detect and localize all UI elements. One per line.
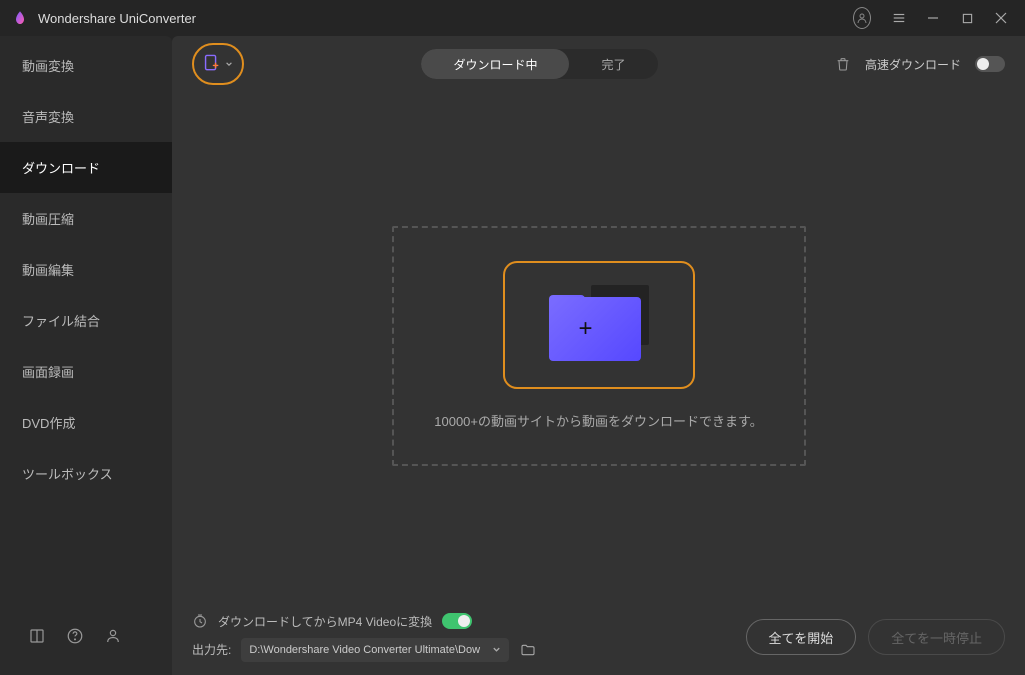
sidebar-item-download[interactable]: ダウンロード bbox=[0, 142, 172, 193]
tab-completed[interactable]: 完了 bbox=[569, 49, 657, 79]
user-icon bbox=[856, 12, 868, 24]
account-icon[interactable] bbox=[104, 627, 122, 645]
close-button[interactable] bbox=[989, 6, 1013, 30]
app-logo-icon bbox=[12, 10, 28, 26]
sidebar-item-toolbox[interactable]: ツールボックス bbox=[0, 448, 172, 499]
output-path-select[interactable]: D:\Wondershare Video Converter Ultimate\… bbox=[241, 638, 509, 662]
maximize-button[interactable] bbox=[955, 6, 979, 30]
sidebar-item-audio-convert[interactable]: 音声変換 bbox=[0, 91, 172, 142]
clock-icon bbox=[192, 613, 208, 629]
sidebar-item-record[interactable]: 画面録画 bbox=[0, 346, 172, 397]
window-controls bbox=[853, 6, 1013, 30]
question-icon[interactable] bbox=[66, 627, 84, 645]
dropzone[interactable]: + 10000+の動画サイトから動画をダウンロードできます。 bbox=[392, 226, 806, 466]
sidebar-item-video-convert[interactable]: 動画変換 bbox=[0, 36, 172, 91]
toolbar: ダウンロード中 完了 高速ダウンロード bbox=[172, 36, 1025, 92]
tab-downloading[interactable]: ダウンロード中 bbox=[421, 49, 569, 79]
output-path-value: D:\Wondershare Video Converter Ultimate\… bbox=[249, 644, 492, 656]
open-folder-icon[interactable] bbox=[519, 642, 537, 658]
content-area: ダウンロード中 完了 高速ダウンロード bbox=[172, 36, 1025, 675]
app-title: Wondershare UniConverter bbox=[38, 11, 853, 26]
trash-icon[interactable] bbox=[835, 56, 851, 72]
fast-download-label: 高速ダウンロード bbox=[865, 56, 961, 73]
close-icon bbox=[995, 12, 1007, 24]
titlebar: Wondershare UniConverter bbox=[0, 0, 1025, 36]
sidebar: 動画変換 音声変換 ダウンロード 動画圧縮 動画編集 ファイル結合 画面録画 D… bbox=[0, 36, 172, 675]
sidebar-item-edit[interactable]: 動画編集 bbox=[0, 244, 172, 295]
sidebar-item-dvd[interactable]: DVD作成 bbox=[0, 397, 172, 448]
help-book-icon[interactable] bbox=[28, 627, 46, 645]
fast-download-toggle[interactable] bbox=[975, 56, 1005, 72]
chevron-down-icon bbox=[225, 60, 233, 68]
minimize-button[interactable] bbox=[921, 6, 945, 30]
paste-url-icon bbox=[203, 54, 221, 74]
pause-all-button[interactable]: 全てを一時停止 bbox=[868, 619, 1005, 655]
convert-after-download-label: ダウンロードしてからMP4 Videoに変換 bbox=[218, 613, 432, 630]
status-tabs: ダウンロード中 完了 bbox=[421, 49, 657, 79]
add-folder-button[interactable]: + bbox=[503, 261, 695, 389]
folder-icon: + bbox=[549, 285, 649, 365]
hamburger-icon bbox=[892, 11, 906, 25]
sidebar-item-compress[interactable]: 動画圧縮 bbox=[0, 193, 172, 244]
sidebar-item-merge[interactable]: ファイル結合 bbox=[0, 295, 172, 346]
plus-icon: + bbox=[579, 315, 593, 343]
maximize-icon bbox=[962, 13, 973, 24]
convert-after-download-toggle[interactable] bbox=[442, 613, 472, 629]
bottombar: ダウンロードしてからMP4 Videoに変換 出力先: D:\Wondersha… bbox=[172, 599, 1025, 675]
profile-button[interactable] bbox=[853, 6, 877, 30]
dropzone-description: 10000+の動画サイトから動画をダウンロードできます。 bbox=[434, 411, 762, 430]
add-url-button[interactable] bbox=[192, 43, 244, 85]
menu-button[interactable] bbox=[887, 6, 911, 30]
output-path-label: 出力先: bbox=[192, 641, 231, 658]
start-all-button[interactable]: 全てを開始 bbox=[746, 619, 857, 655]
minimize-icon bbox=[927, 12, 939, 24]
chevron-down-icon bbox=[492, 645, 501, 654]
